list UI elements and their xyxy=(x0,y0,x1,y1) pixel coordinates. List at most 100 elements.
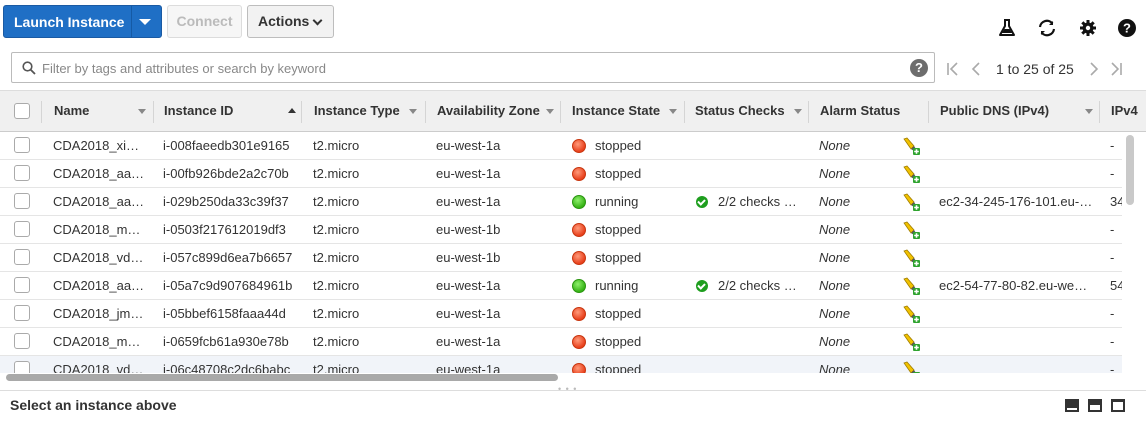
refresh-icon[interactable] xyxy=(1037,18,1057,38)
layout-split-icon[interactable] xyxy=(1088,399,1102,412)
row-checkbox[interactable] xyxy=(14,137,30,153)
create-alarm-icon[interactable] xyxy=(902,221,920,242)
cell-instance-id: i-05a7c9d907684961b xyxy=(163,278,293,293)
column-header-public-dns[interactable]: Public DNS (IPv4) xyxy=(940,91,1049,132)
cell-instance-type: t2.micro xyxy=(313,334,360,349)
search-input[interactable] xyxy=(42,57,902,79)
search-box[interactable]: ? xyxy=(11,52,935,83)
table-row[interactable]: CDA2018_aa… i-029b250da33c39f37 t2.micro eu… xyxy=(0,188,1122,216)
column-header-instance-state[interactable]: Instance State xyxy=(572,91,660,132)
cell-instance-type: t2.micro xyxy=(313,194,360,209)
column-header-label: Alarm Status xyxy=(820,103,901,118)
cell-name: CDA2018_m… xyxy=(53,222,141,237)
column-header-availability-zone[interactable]: Availability Zone xyxy=(437,91,540,132)
select-all-checkbox[interactable] xyxy=(14,103,30,119)
create-alarm-icon[interactable] xyxy=(902,137,920,158)
cell-name: CDA2018_aa… xyxy=(53,278,145,293)
gear-icon[interactable] xyxy=(1078,18,1098,38)
cell-availability-zone: eu-west-1a xyxy=(436,166,501,181)
table-header: Name Instance ID Instance Type Availabil… xyxy=(0,90,1146,132)
launch-instance-button[interactable]: Launch Instance xyxy=(3,5,162,38)
toolbar: Launch Instance Connect Actions ? xyxy=(0,0,1146,46)
state-running-icon xyxy=(572,279,586,293)
cell-instance-type: t2.micro xyxy=(313,250,360,265)
cell-instance-id: i-06c48708c2dc6babc xyxy=(163,362,291,373)
column-divider xyxy=(1099,101,1100,123)
next-page-icon[interactable] xyxy=(1088,60,1100,78)
column-header-label: Public DNS (IPv4) xyxy=(940,103,1050,118)
cell-instance-state: stopped xyxy=(595,362,642,373)
help-icon[interactable]: ? xyxy=(1117,18,1137,38)
split-divider xyxy=(131,6,132,37)
cell-ipv4: - xyxy=(1110,166,1115,181)
last-page-icon[interactable] xyxy=(1109,60,1123,78)
cell-ipv4: 34.2 xyxy=(1110,194,1122,209)
table-row[interactable]: CDA2018_m… i-0503f217612019df3 t2.micro eu-… xyxy=(0,216,1122,244)
column-header-label: Instance State xyxy=(572,103,661,118)
create-alarm-icon[interactable] xyxy=(902,193,920,214)
cell-status-checks: 2/2 checks … xyxy=(718,194,797,209)
cell-ipv4: - xyxy=(1110,250,1115,265)
cell-alarm-status: None xyxy=(819,306,851,321)
connect-button[interactable]: Connect xyxy=(167,5,242,38)
row-checkbox[interactable] xyxy=(14,333,30,349)
vertical-scrollbar[interactable] xyxy=(1126,135,1134,205)
first-page-icon[interactable] xyxy=(946,60,960,78)
table-row[interactable]: CDA2018_jm… i-05bbef6158faaa44d t2.micro eu… xyxy=(0,300,1122,328)
cell-public-dns: ec2-54-77-80-82.eu-we… xyxy=(939,278,1088,293)
table-row[interactable]: CDA2018_vd… i-057c899d6ea7b6657 t2.micro eu… xyxy=(0,244,1122,272)
create-alarm-icon[interactable] xyxy=(902,249,920,270)
launch-dropdown-caret-icon[interactable] xyxy=(139,19,151,25)
state-stopped-icon xyxy=(572,139,586,153)
column-header-name[interactable]: Name xyxy=(54,91,89,132)
search-help-icon[interactable]: ? xyxy=(910,59,928,77)
row-checkbox[interactable] xyxy=(14,193,30,209)
cell-alarm-status: None xyxy=(819,166,851,181)
column-header-label: IPv4 xyxy=(1111,103,1138,118)
cell-alarm-status: None xyxy=(819,138,851,153)
create-alarm-icon[interactable] xyxy=(902,333,920,354)
cell-name: CDA2018_aa… xyxy=(53,166,145,181)
column-header-ipv4[interactable]: IPv4 xyxy=(1111,91,1146,132)
table-row[interactable]: CDA2018_xi… i-008faeedb301e9165 t2.micro eu… xyxy=(0,132,1122,160)
create-alarm-icon[interactable] xyxy=(902,165,920,186)
row-checkbox[interactable] xyxy=(14,277,30,293)
column-header-instance-type[interactable]: Instance Type xyxy=(314,91,400,132)
cell-instance-state: running xyxy=(595,278,639,293)
cell-status-checks: 2/2 checks … xyxy=(718,278,797,293)
row-checkbox[interactable] xyxy=(14,165,30,181)
cell-name: CDA2018_aa… xyxy=(53,194,145,209)
state-stopped-icon xyxy=(572,363,586,373)
create-alarm-icon[interactable] xyxy=(902,277,920,298)
cell-instance-id: i-0503f217612019df3 xyxy=(163,222,286,237)
column-header-status-checks[interactable]: Status Checks xyxy=(695,91,785,132)
column-header-instance-id[interactable]: Instance ID xyxy=(164,91,233,132)
flask-icon[interactable] xyxy=(997,18,1017,38)
cell-alarm-status: None xyxy=(819,194,851,209)
chevron-down-icon xyxy=(312,15,323,26)
row-checkbox[interactable] xyxy=(14,361,30,373)
cell-name: CDA2018_xi… xyxy=(53,138,139,153)
table-row[interactable]: CDA2018_m… i-0659fcb61a930e78b t2.micro eu-… xyxy=(0,328,1122,356)
table-row[interactable]: CDA2018_vd… i-06c48708c2dc6babc t2.micro eu… xyxy=(0,356,1122,373)
column-header-alarm-status[interactable]: Alarm Status xyxy=(820,91,900,132)
column-divider xyxy=(425,101,426,123)
row-checkbox[interactable] xyxy=(14,305,30,321)
cell-name: CDA2018_vd… xyxy=(53,250,144,265)
state-stopped-icon xyxy=(572,307,586,321)
cell-alarm-status: None xyxy=(819,222,851,237)
horizontal-scrollbar[interactable] xyxy=(6,374,558,381)
cell-availability-zone: eu-west-1a xyxy=(436,306,501,321)
layout-top-icon[interactable] xyxy=(1111,399,1125,412)
actions-button[interactable]: Actions xyxy=(247,5,334,38)
column-divider xyxy=(301,101,302,123)
table-row[interactable]: CDA2018_aa… i-05a7c9d907684961b t2.micro eu… xyxy=(0,272,1122,300)
previous-page-icon[interactable] xyxy=(970,60,982,78)
layout-bottom-icon[interactable] xyxy=(1065,399,1079,412)
create-alarm-icon[interactable] xyxy=(902,305,920,326)
row-checkbox[interactable] xyxy=(14,249,30,265)
create-alarm-icon[interactable] xyxy=(902,361,920,373)
cell-instance-state: running xyxy=(595,194,639,209)
row-checkbox[interactable] xyxy=(14,221,30,237)
table-row[interactable]: CDA2018_aa… i-00fb926bde2a2c70b t2.micro eu… xyxy=(0,160,1122,188)
